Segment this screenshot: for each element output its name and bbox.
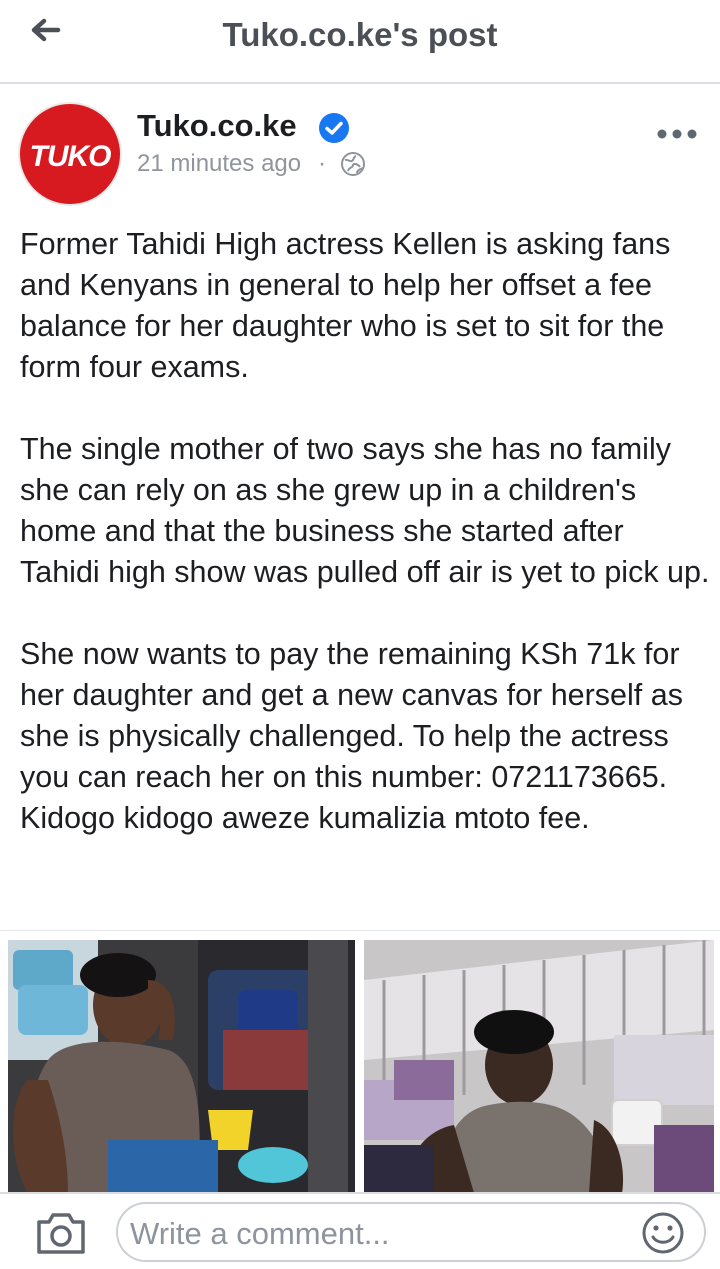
globe-icon: [341, 152, 365, 176]
more-options-icon[interactable]: [654, 124, 700, 144]
post-paragraph: She now wants to pay the remaining KSh 7…: [20, 637, 683, 835]
verified-badge-icon: [319, 113, 349, 143]
post-timestamp[interactable]: 21 minutes ago: [137, 150, 301, 178]
post-body: Former Tahidi High actress Kellen is ask…: [20, 224, 710, 839]
post-photo[interactable]: [364, 940, 714, 1193]
page-title: Tuko.co.ke's post: [222, 16, 498, 53]
emoji-icon[interactable]: [640, 1210, 686, 1256]
photo-grid: [0, 930, 720, 1193]
avatar-logo-text: TUKO: [29, 140, 112, 173]
page-avatar[interactable]: TUKO: [18, 102, 122, 206]
post-paragraph: Former Tahidi High actress Kellen is ask…: [20, 227, 671, 384]
post-paragraph: The single mother of two says she has no…: [20, 432, 710, 589]
comment-input[interactable]: Write a comment...: [116, 1202, 706, 1262]
top-app-bar: Tuko.co.ke's post: [0, 0, 720, 84]
comment-composer: Write a comment...: [0, 1192, 720, 1269]
comment-placeholder: Write a comment...: [130, 1216, 390, 1251]
photo-woman-iron-house: [364, 940, 714, 1193]
page-name-link[interactable]: Tuko.co.ke: [137, 108, 297, 144]
meta-separator: ·: [318, 150, 326, 177]
photo-woman-indoors: [8, 940, 355, 1193]
camera-icon[interactable]: [34, 1210, 88, 1256]
post-photo[interactable]: [8, 940, 355, 1193]
post-header: TUKO Tuko.co.ke 21 minutes ago ·: [0, 84, 720, 214]
